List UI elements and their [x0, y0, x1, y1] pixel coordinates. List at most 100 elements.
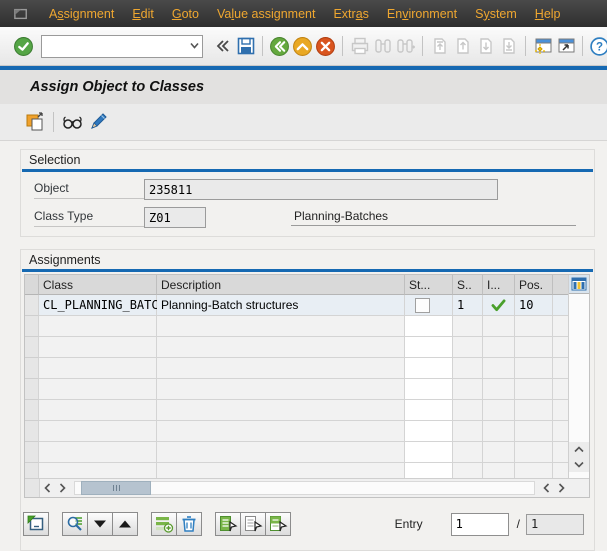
header-status: S..: [453, 275, 483, 295]
class-type-label: Class Type: [34, 209, 144, 227]
back-button[interactable]: [268, 33, 291, 59]
scroll-left-button[interactable]: [40, 480, 55, 496]
menu-item-edit[interactable]: Edit: [123, 3, 163, 25]
cell-class[interactable]: CL_PLANNING_BATCH: [39, 295, 157, 316]
display-button[interactable]: [59, 109, 85, 135]
title-bar: Assign Object to Classes: [0, 70, 607, 104]
object-label: Object: [34, 181, 144, 199]
row-selector[interactable]: [25, 316, 39, 337]
exit-up-icon: [292, 36, 313, 57]
help-button[interactable]: ?: [588, 33, 607, 59]
row-selector[interactable]: [25, 358, 39, 379]
change-button[interactable]: [85, 109, 111, 135]
table-row-empty: [25, 400, 568, 421]
row-selector[interactable]: [25, 421, 39, 442]
menu-item-extras[interactable]: Extras: [324, 3, 377, 25]
enter-button[interactable]: [12, 33, 35, 59]
cancel-button[interactable]: [314, 33, 337, 59]
save-icon: [236, 36, 256, 56]
other-object-button[interactable]: [22, 109, 48, 135]
cell-position[interactable]: 10: [515, 295, 553, 316]
row-selector[interactable]: [25, 337, 39, 358]
binoculars-plus-icon: [396, 36, 416, 56]
vertical-scroll-track[interactable]: [569, 294, 589, 442]
list-assign-filled-button[interactable]: [215, 512, 241, 536]
menu-item-system[interactable]: System: [466, 3, 526, 25]
table-settings-icon: [571, 277, 587, 291]
row-selector[interactable]: [25, 295, 39, 316]
next-entry-button[interactable]: [87, 512, 113, 536]
menu-item-value-assignment[interactable]: Value assignment: [208, 3, 324, 25]
insert-line-button[interactable]: [151, 512, 177, 536]
class-type-field[interactable]: Z01: [144, 207, 206, 228]
menu-item-assignment[interactable]: Assignment: [40, 3, 123, 25]
horizontal-scroll-track[interactable]: [74, 481, 535, 495]
table-row-empty: [25, 442, 568, 463]
list-assign-half-button[interactable]: [265, 512, 291, 536]
find-button: [371, 33, 394, 59]
entry-current-input[interactable]: [451, 513, 509, 536]
horizontal-scroll-thumb[interactable]: [81, 481, 151, 495]
assignments-table: Class Description St... S.. I... Pos. CL…: [24, 274, 590, 498]
edit-pencil-icon: [87, 111, 109, 133]
row-selector[interactable]: [25, 400, 39, 421]
new-session-button[interactable]: [531, 33, 554, 59]
cell-status[interactable]: 1: [453, 295, 483, 316]
application-toolbar: [0, 104, 607, 141]
menu-item-goto[interactable]: Goto: [163, 3, 208, 25]
save-button[interactable]: [234, 33, 257, 59]
row-selector[interactable]: [25, 379, 39, 400]
menu-item-environment[interactable]: Environment: [378, 3, 466, 25]
help-icon: ?: [589, 36, 607, 57]
list-assign-outline-button[interactable]: [240, 512, 266, 536]
menu-item-help[interactable]: Help: [526, 3, 570, 25]
cell-description[interactable]: Planning-Batch structures: [157, 295, 405, 316]
last-page-button: [497, 33, 520, 59]
header-standard: St...: [405, 275, 453, 295]
create-shortcut-button[interactable]: [554, 33, 577, 59]
scroll-left-button-right[interactable]: [539, 480, 554, 496]
table-settings-button[interactable]: [569, 275, 589, 294]
delete-line-button[interactable]: [176, 512, 202, 536]
table-row: CL_PLANNING_BATCH Planning-Batch structu…: [25, 295, 568, 316]
chevron-right-icon: [59, 483, 66, 493]
previous-entry-button[interactable]: [112, 512, 138, 536]
chevron-down-icon[interactable]: [190, 42, 199, 49]
standard-checkbox[interactable]: [415, 298, 430, 313]
toolbar-separator: [525, 36, 526, 56]
table-row-empty: [25, 379, 568, 400]
table-row-empty: [25, 421, 568, 442]
object-field[interactable]: 235811: [144, 179, 498, 200]
row-selector[interactable]: [25, 442, 39, 463]
binoculars-icon: [373, 36, 393, 56]
table-header-row: Class Description St... S.. I... Pos.: [25, 275, 568, 295]
find-entry-button[interactable]: [62, 512, 88, 536]
selection-group-label: Selection: [21, 150, 594, 169]
other-object-icon: [24, 111, 46, 133]
scroll-right-button[interactable]: [55, 480, 70, 496]
header-row-selector: [25, 275, 39, 295]
standard-toolbar: ?: [0, 27, 607, 66]
scroll-up-button[interactable]: [569, 442, 589, 457]
scroll-down-button[interactable]: [569, 457, 589, 472]
table-button-row: Entry / 1: [23, 512, 584, 536]
collapse-command-button[interactable]: [211, 33, 234, 59]
horizontal-scrollbar: [25, 478, 589, 497]
table-row-empty: [25, 358, 568, 379]
header-description: Description: [157, 275, 405, 295]
system-menu-icon[interactable]: [12, 7, 30, 21]
scroll-right-button-right[interactable]: [554, 480, 569, 496]
row-selector[interactable]: [25, 463, 39, 478]
command-field[interactable]: [41, 35, 203, 58]
selection-group-rule: [22, 169, 593, 172]
choose-detail-button[interactable]: [23, 512, 49, 536]
entry-separator: /: [517, 517, 520, 531]
first-page-icon: [430, 36, 450, 56]
chevron-left-icon: [543, 483, 550, 493]
trash-icon: [179, 514, 199, 534]
selection-group: Selection Object 235811 Class Type Z01 P…: [20, 149, 595, 237]
entry-navigation: Entry / 1: [395, 513, 584, 536]
exit-button[interactable]: [291, 33, 314, 59]
find-next-button: [394, 33, 417, 59]
insert-line-icon: [154, 514, 174, 534]
